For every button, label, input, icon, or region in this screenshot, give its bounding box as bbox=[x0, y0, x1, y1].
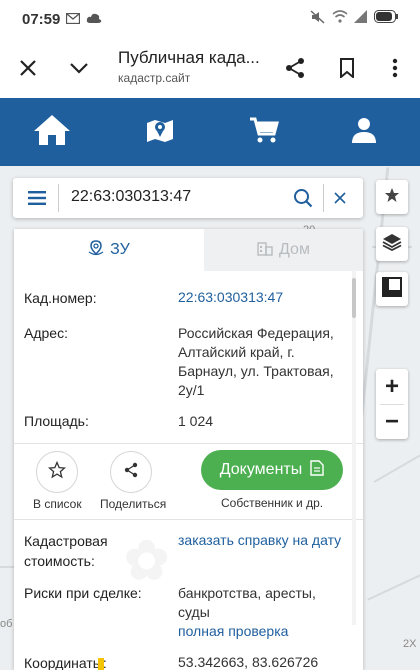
add-to-list-button[interactable] bbox=[36, 451, 78, 493]
close-icon[interactable] bbox=[15, 55, 41, 81]
full-check-link[interactable]: полная проверка bbox=[178, 622, 353, 641]
status-bar: 07:59 bbox=[0, 0, 420, 38]
search-divider-2 bbox=[323, 184, 324, 212]
map-label-2x: 2X bbox=[403, 638, 417, 650]
favorites-button[interactable] bbox=[376, 180, 408, 214]
documents-button[interactable]: Документы bbox=[201, 450, 343, 490]
coordinates-value[interactable]: 53.342663, 83.626726 bbox=[178, 653, 353, 670]
bookmark-icon[interactable] bbox=[334, 55, 360, 81]
zoom-control: + − bbox=[376, 369, 408, 439]
nav-user-button[interactable] bbox=[338, 98, 390, 166]
status-time: 07:59 bbox=[22, 10, 61, 28]
map-label-edge: об bbox=[0, 618, 13, 630]
kad-number-value[interactable]: 22:63:030313:47 bbox=[178, 288, 353, 307]
kad-number-label: Кад.номер: bbox=[24, 290, 97, 306]
map-style-button[interactable] bbox=[376, 272, 408, 306]
zoom-out-button[interactable]: − bbox=[385, 405, 399, 439]
document-icon bbox=[310, 459, 324, 481]
gmail-icon bbox=[66, 11, 81, 28]
share-parcel-label[interactable]: Поделиться bbox=[100, 497, 166, 511]
map-marker-icon bbox=[145, 115, 175, 150]
user-icon bbox=[352, 117, 376, 148]
tab-zu[interactable]: ЗУ bbox=[14, 229, 204, 271]
share-parcel-button[interactable] bbox=[110, 451, 152, 493]
browser-toolbar: Публичная када... кадастр.сайт bbox=[0, 38, 420, 98]
cadastral-cost-label: Кадастровая стоимость: bbox=[24, 533, 108, 569]
menu-icon[interactable] bbox=[25, 186, 49, 210]
parcel-marker-icon bbox=[88, 239, 104, 261]
nav-home-button[interactable] bbox=[22, 98, 82, 166]
nav-cart-button[interactable] bbox=[236, 98, 292, 166]
page-title-block[interactable]: Публичная када... кадастр.сайт bbox=[118, 48, 268, 85]
deal-risks-value: банкротства, аресты, суды bbox=[178, 585, 316, 620]
share-small-icon bbox=[123, 462, 139, 483]
documents-label: Документы bbox=[219, 461, 303, 478]
cart-icon bbox=[249, 116, 279, 149]
star-outline-icon bbox=[47, 460, 67, 484]
panel-scroll-thumb[interactable] bbox=[352, 278, 356, 318]
clear-icon[interactable] bbox=[328, 186, 352, 210]
tab-dom[interactable]: Дом bbox=[204, 229, 363, 271]
tab-zu-label: ЗУ bbox=[110, 241, 130, 258]
divider-2 bbox=[14, 519, 363, 520]
signal-icon bbox=[354, 10, 368, 28]
page-title: Публичная када... bbox=[118, 48, 260, 67]
mute-icon bbox=[310, 9, 326, 29]
order-certificate-link[interactable]: заказать справку на дату bbox=[178, 531, 353, 550]
page-url: кадастр.сайт bbox=[118, 71, 191, 85]
zoom-in-button[interactable]: + bbox=[385, 370, 399, 404]
search-icon[interactable] bbox=[291, 186, 315, 210]
home-icon bbox=[32, 113, 72, 152]
cloud-icon bbox=[86, 11, 102, 28]
share-icon[interactable] bbox=[282, 55, 308, 81]
nav-map-button[interactable] bbox=[132, 98, 188, 166]
chevron-down-icon[interactable] bbox=[66, 55, 92, 81]
site-navigation bbox=[0, 98, 420, 166]
map-marker-flag bbox=[98, 658, 104, 670]
area-value: 1 024 bbox=[178, 413, 214, 429]
address-label: Адрес: bbox=[24, 325, 68, 341]
layers-button[interactable] bbox=[376, 227, 408, 261]
documents-caption: Собственник и др. bbox=[221, 496, 324, 510]
info-tabs: ЗУ Дом bbox=[14, 229, 363, 271]
tab-dom-label: Дом bbox=[279, 241, 310, 258]
divider bbox=[14, 443, 363, 444]
search-divider bbox=[58, 184, 59, 212]
panel-scroll-track[interactable] bbox=[352, 270, 356, 625]
area-label: Площадь: bbox=[24, 413, 89, 429]
frame-icon bbox=[382, 276, 402, 302]
battery-icon bbox=[374, 10, 398, 28]
star-icon bbox=[384, 187, 400, 208]
building-icon bbox=[257, 240, 273, 261]
address-value: Российская Федерация, Алтайский край, г.… bbox=[178, 325, 334, 398]
more-icon[interactable] bbox=[382, 55, 408, 81]
deal-risks-label: Риски при сделке: bbox=[24, 585, 142, 601]
parcel-info-panel: ЗУ Дом ✿ Кад.номер: 22:63:030313:47 Адре… bbox=[14, 229, 363, 670]
wifi-icon bbox=[332, 10, 348, 28]
coordinates-label: Координаты: bbox=[24, 655, 107, 670]
add-to-list-label[interactable]: В список bbox=[33, 497, 82, 511]
layers-icon bbox=[382, 233, 402, 256]
search-bar bbox=[13, 178, 363, 218]
search-input[interactable] bbox=[71, 188, 291, 206]
